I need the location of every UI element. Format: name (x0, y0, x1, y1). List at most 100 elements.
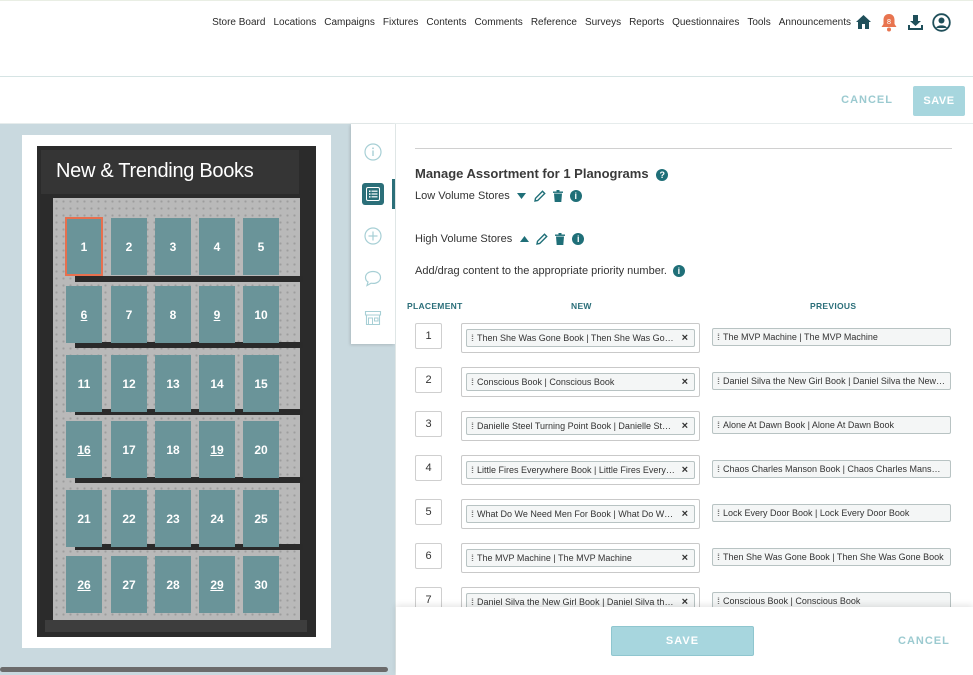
tab-assortment-list[interactable] (362, 183, 384, 205)
horizontal-scrollbar[interactable] (0, 667, 388, 672)
drag-handle-icon[interactable]: ⁞⁞ (717, 332, 720, 342)
nav-store-board[interactable]: Store Board (212, 17, 265, 28)
tab-comments[interactable] (362, 267, 384, 289)
fixture-position-18[interactable]: 18 (155, 421, 191, 478)
drag-handle-icon[interactable]: ⁞⁞ (471, 465, 474, 475)
drag-handle-icon[interactable]: ⁞⁞ (717, 552, 720, 562)
new-content-dropzone[interactable]: ⁞⁞ Conscious Book | Conscious Book × (461, 367, 700, 397)
fixture-position-24[interactable]: 24 (199, 490, 235, 547)
drag-handle-icon[interactable]: ⁞⁞ (717, 596, 720, 606)
previous-content-chip[interactable]: ⁞⁞ Chaos Charles Manson Book | Chaos Char… (712, 460, 951, 478)
chevron-down-icon[interactable] (516, 190, 528, 202)
fixture-position-7[interactable]: 7 (111, 286, 147, 343)
fixture-position-30[interactable]: 30 (243, 556, 279, 613)
chevron-up-icon[interactable] (518, 233, 530, 245)
drag-handle-icon[interactable]: ⁞⁞ (471, 333, 474, 343)
drag-handle-icon[interactable]: ⁞⁞ (471, 553, 474, 563)
fixture-position-4[interactable]: 4 (199, 218, 235, 275)
fixture-position-13[interactable]: 13 (155, 355, 191, 412)
fixture-position-11[interactable]: 11 (66, 355, 102, 412)
nav-questionnaires[interactable]: Questionnaires (672, 17, 739, 28)
fixture-position-1[interactable]: 1 (65, 217, 103, 276)
fixture-position-23[interactable]: 23 (155, 490, 191, 547)
drag-handle-icon[interactable]: ⁞⁞ (471, 509, 474, 519)
fixture-position-14[interactable]: 14 (199, 355, 235, 412)
previous-content-chip[interactable]: ⁞⁞ The MVP Machine | The MVP Machine (712, 328, 951, 346)
fixture-position-25[interactable]: 25 (243, 490, 279, 547)
fixture-position-10[interactable]: 10 (243, 286, 279, 343)
edit-pencil-icon[interactable] (536, 233, 548, 245)
download-icon[interactable] (905, 12, 925, 32)
nav-surveys[interactable]: Surveys (585, 17, 621, 28)
previous-content-chip[interactable]: ⁞⁞ Lock Every Door Book | Lock Every Door… (712, 504, 951, 522)
previous-content-chip[interactable]: ⁞⁞ Daniel Silva the New Girl Book | Danie… (712, 372, 951, 390)
new-content-chip[interactable]: ⁞⁞ Danielle Steel Turning Point Book | Da… (466, 417, 695, 435)
nav-contents[interactable]: Contents (426, 17, 466, 28)
remove-icon[interactable]: × (682, 552, 688, 564)
trash-icon[interactable] (554, 233, 566, 245)
edit-pencil-icon[interactable] (533, 190, 546, 202)
nav-locations[interactable]: Locations (273, 17, 316, 28)
drag-handle-icon[interactable]: ⁞⁞ (717, 420, 720, 430)
save-button[interactable]: SAVE (611, 626, 754, 656)
nav-reference[interactable]: Reference (531, 17, 577, 28)
tab-add[interactable] (362, 225, 384, 247)
info-badge-icon[interactable]: i (569, 190, 582, 202)
new-content-dropzone[interactable]: ⁞⁞ Danielle Steel Turning Point Book | Da… (461, 411, 700, 441)
fixture-position-2[interactable]: 2 (111, 218, 147, 275)
drag-handle-icon[interactable]: ⁞⁞ (471, 377, 474, 387)
fixture-position-29[interactable]: 29 (199, 556, 235, 613)
remove-icon[interactable]: × (682, 420, 688, 432)
nav-reports[interactable]: Reports (629, 17, 664, 28)
fixture-position-9[interactable]: 9 (199, 286, 235, 343)
help-icon[interactable]: ? (656, 168, 669, 181)
planogram-canvas[interactable]: New & Trending Books 1 2 3 4 5 6 7 8 9 10 11 12 13 14… (0, 124, 395, 675)
info-badge-icon[interactable]: i (572, 233, 585, 245)
drag-handle-icon[interactable]: ⁞⁞ (471, 597, 474, 607)
new-content-dropzone[interactable]: ⁞⁞ Then She Was Gone Book | Then She Was … (461, 323, 700, 353)
fixture-position-3[interactable]: 3 (155, 218, 191, 275)
nav-tools[interactable]: Tools (747, 17, 770, 28)
trash-icon[interactable] (552, 190, 564, 202)
new-content-dropzone[interactable]: ⁞⁞ What Do We Need Men For Book | What Do… (461, 499, 700, 529)
fixture-position-15[interactable]: 15 (243, 355, 279, 412)
new-content-chip[interactable]: ⁞⁞ What Do We Need Men For Book | What Do… (466, 505, 695, 523)
new-content-chip[interactable]: ⁞⁞ Conscious Book | Conscious Book × (466, 373, 695, 391)
remove-icon[interactable]: × (682, 376, 688, 388)
notification-bell-icon[interactable]: 8 (879, 12, 899, 32)
home-icon[interactable] (853, 12, 873, 32)
cancel-button[interactable]: CANCEL (898, 635, 950, 647)
remove-icon[interactable]: × (682, 508, 688, 520)
fixture-position-19[interactable]: 19 (199, 421, 235, 478)
user-account-icon[interactable] (931, 12, 951, 32)
fixture-position-8[interactable]: 8 (155, 286, 191, 343)
drag-handle-icon[interactable]: ⁞⁞ (717, 508, 720, 518)
remove-icon[interactable]: × (682, 332, 688, 344)
save-button[interactable]: SAVE (913, 86, 965, 116)
new-content-dropzone[interactable]: ⁞⁞ The MVP Machine | The MVP Machine × (461, 543, 700, 573)
fixture-position-6[interactable]: 6 (66, 286, 102, 343)
previous-content-chip[interactable]: ⁞⁞ Then She Was Gone Book | Then She Was … (712, 548, 951, 566)
tab-info[interactable] (362, 141, 384, 163)
new-content-chip[interactable]: ⁞⁞ Little Fires Everywhere Book | Little … (466, 461, 695, 479)
cancel-button[interactable]: CANCEL (841, 94, 893, 106)
drag-handle-icon[interactable]: ⁞⁞ (471, 421, 474, 431)
previous-content-chip[interactable]: ⁞⁞ Alone At Dawn Book | Alone At Dawn Boo… (712, 416, 951, 434)
drag-handle-icon[interactable]: ⁞⁞ (717, 376, 720, 386)
new-content-chip[interactable]: ⁞⁞ The MVP Machine | The MVP Machine × (466, 549, 695, 567)
fixture-position-27[interactable]: 27 (111, 556, 147, 613)
nav-comments[interactable]: Comments (474, 17, 522, 28)
fixture-position-22[interactable]: 22 (111, 490, 147, 547)
fixture-position-21[interactable]: 21 (66, 490, 102, 547)
new-content-chip[interactable]: ⁞⁞ Then She Was Gone Book | Then She Was … (466, 329, 695, 347)
drag-handle-icon[interactable]: ⁞⁞ (717, 464, 720, 474)
fixture-position-26[interactable]: 26 (66, 556, 102, 613)
nav-announcements[interactable]: Announcements (779, 17, 851, 28)
fixture-position-5[interactable]: 5 (243, 218, 279, 275)
fixture-position-17[interactable]: 17 (111, 421, 147, 478)
nav-campaigns[interactable]: Campaigns (324, 17, 375, 28)
info-badge-icon[interactable]: i (672, 265, 685, 277)
tab-store[interactable] (362, 307, 384, 329)
new-content-dropzone[interactable]: ⁞⁞ Little Fires Everywhere Book | Little … (461, 455, 700, 485)
fixture-position-12[interactable]: 12 (111, 355, 147, 412)
